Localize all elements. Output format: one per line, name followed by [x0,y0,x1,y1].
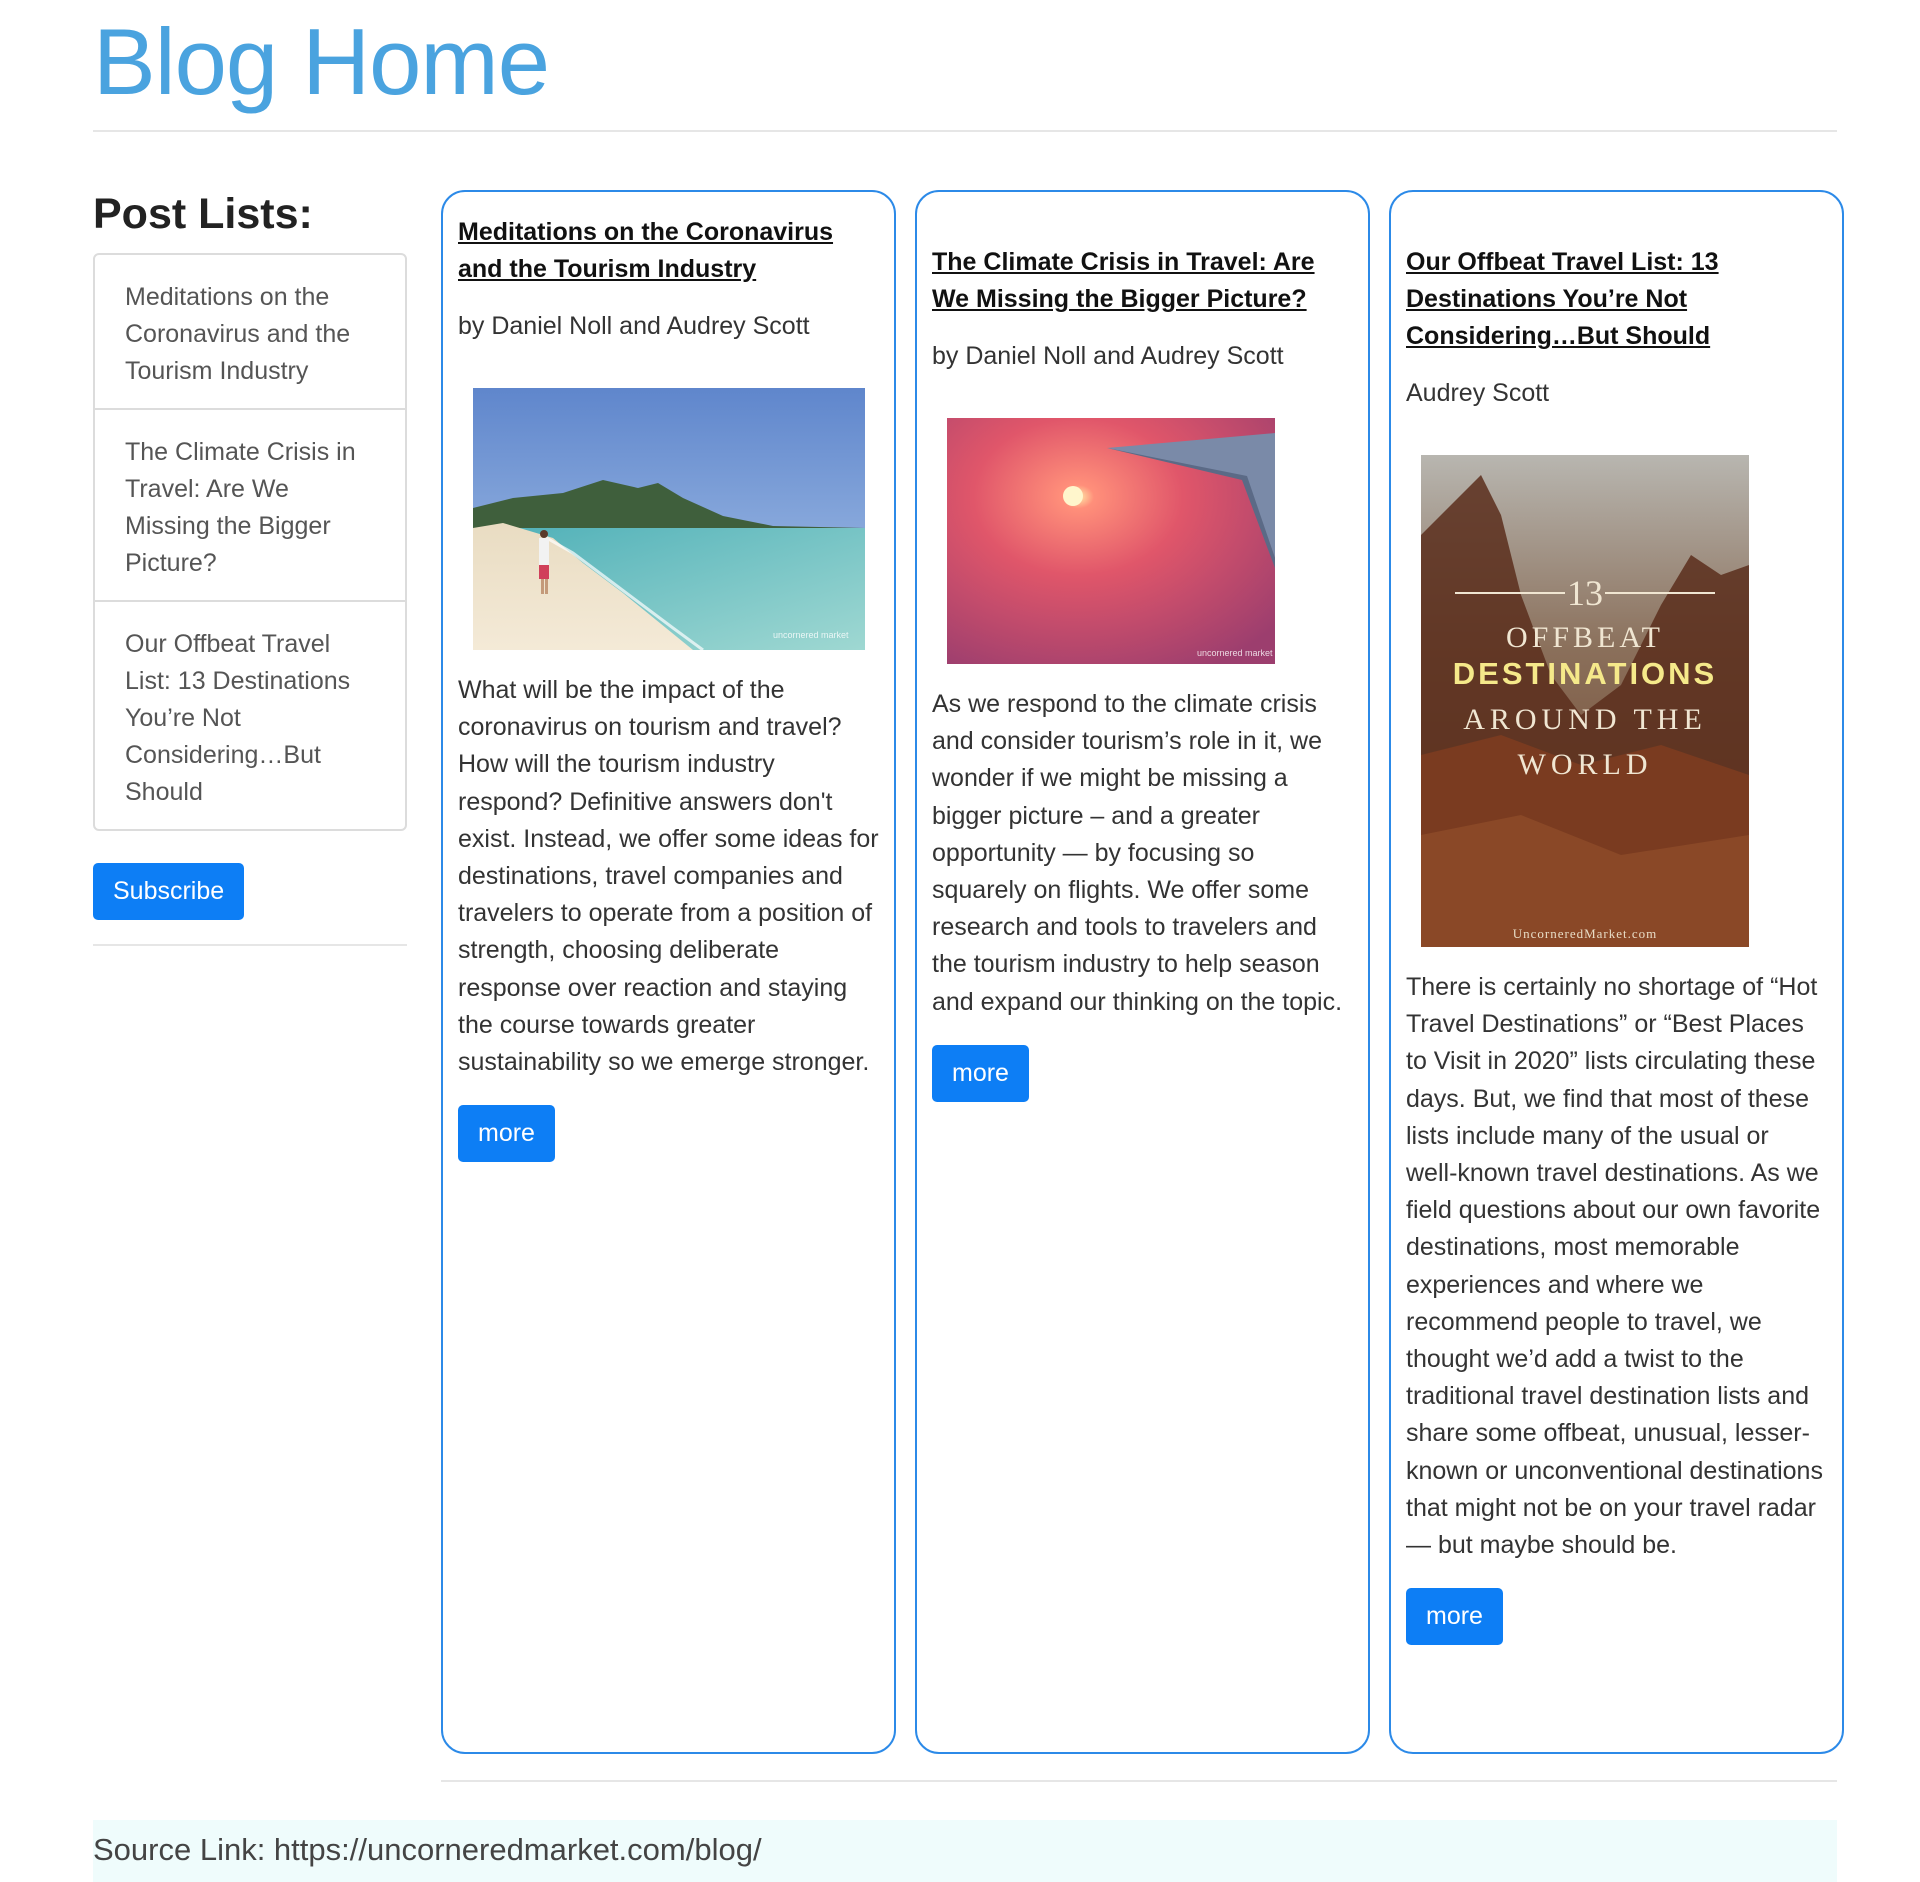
sidebar-divider [93,944,407,947]
title-divider [93,130,1837,132]
image-watermark: uncornered market [773,630,849,640]
poster-line-2: DESTINATIONS [1453,656,1718,691]
canyon-poster-svg: 13 OFFBEAT DESTINATIONS AROUND THE WORLD… [1421,455,1749,947]
post-card-coronavirus: Meditations on the Coronavirus and the T… [441,190,896,1754]
post-author: by Daniel Noll and Audrey Scott [458,312,810,340]
beach-photo-svg: uncornered market [473,388,865,650]
post-list-item-climate-crisis[interactable]: The Climate Crisis in Travel: Are We Mis… [95,410,405,603]
post-author: by Daniel Noll and Audrey Scott [932,342,1284,370]
poster-line-3: AROUND THE [1463,703,1707,736]
more-button[interactable]: more [932,1044,1029,1102]
post-description: What will be the impact of the coronavir… [458,676,879,1077]
page-title: Blog Home [93,9,550,114]
post-card-offbeat-travel: Our Offbeat Travel List: 13 Destinations… [1389,190,1844,1754]
image-watermark: uncornered market [1197,648,1273,658]
airplane-wing-sunset-photo: uncornered market [947,418,1275,664]
more-button[interactable]: more [1406,1588,1503,1646]
post-list: Meditations on the Coronavirus and the T… [93,253,407,832]
beach-photo: uncornered market [473,388,865,650]
subscribe-button[interactable]: Subscribe [93,863,245,921]
cards-divider [441,1780,1837,1782]
post-description: There is certainly no shortage of “Hot T… [1406,973,1823,1560]
sidebar-heading: Post Lists: [93,190,313,238]
post-title-link[interactable]: Meditations on the Coronavirus and the T… [458,218,833,283]
canyon-poster-photo: 13 OFFBEAT DESTINATIONS AROUND THE WORLD… [1421,455,1749,947]
more-button[interactable]: more [458,1105,555,1163]
footer: Source Link: https://uncorneredmarket.co… [93,1820,1837,1882]
poster-line-1: OFFBEAT [1506,621,1664,654]
source-link[interactable]: Source Link: https://uncorneredmarket.co… [93,1832,762,1868]
post-author: Audrey Scott [1406,379,1550,407]
post-card-climate-crisis: The Climate Crisis in Travel: Are We Mis… [915,190,1370,1754]
poster-footer: UncorneredMarket.com [1513,926,1658,941]
post-list-item-offbeat-travel[interactable]: Our Offbeat Travel List: 13 Destinations… [95,602,405,829]
sidebar: Post Lists: Meditations on the Coronavir… [93,190,407,947]
post-title-link[interactable]: Our Offbeat Travel List: 13 Destinations… [1406,248,1719,350]
post-list-item-coronavirus[interactable]: Meditations on the Coronavirus and the T… [95,255,405,411]
poster-number: 13 [1567,573,1603,613]
post-title-link[interactable]: The Climate Crisis in Travel: Are We Mis… [932,248,1315,313]
poster-line-4: WORLD [1518,748,1653,781]
post-description: As we respond to the climate crisis and … [932,690,1343,1016]
airplane-wing-sunset-svg: uncornered market [947,418,1275,664]
